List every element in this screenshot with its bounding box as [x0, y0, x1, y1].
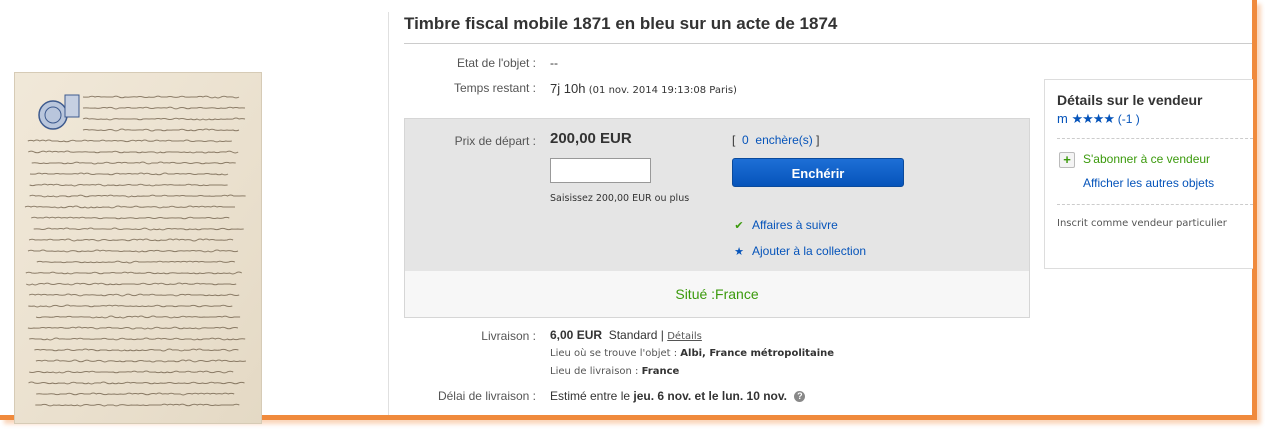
bid-count-number: 0 [742, 133, 749, 147]
item-photo[interactable] [14, 72, 262, 424]
plus-icon[interactable]: + [1059, 152, 1075, 168]
document-photo-image [15, 73, 261, 423]
shipping-label: Livraison : [481, 329, 536, 343]
title-divider [404, 43, 1252, 44]
time-left-value: 7j 10h [550, 81, 586, 96]
bid-count-word: enchère(s) [755, 133, 813, 147]
image-column [0, 12, 389, 424]
watch-link-label: Affaires à suivre [752, 218, 838, 232]
delivery-dates: jeu. 6 nov. et le lun. 10 nov. [633, 389, 787, 403]
star-icon: ★ [734, 246, 744, 258]
seller-registration: Inscrit comme vendeur particulier [1057, 218, 1227, 229]
ship-to-label: Lieu de livraison : [550, 366, 639, 377]
bid-amount-input[interactable] [550, 158, 651, 183]
condition-label: Etat de l'objet : [456, 56, 536, 70]
delivery-delay: Estimé entre le jeu. 6 nov. et le lun. 1… [550, 389, 806, 403]
collection-link-label: Ajouter à la collection [752, 244, 867, 258]
shipping-method: Standard [608, 328, 658, 342]
shipping-cost: 6,00 EUR [550, 328, 603, 342]
seller-info: m ★★★★ (-1 ) [1057, 111, 1140, 127]
add-to-collection-link[interactable]: ★ Ajouter à la collection [732, 244, 866, 258]
bid-hint: Saisissez 200,00 EUR ou plus [550, 193, 690, 204]
ship-to: France [641, 366, 680, 377]
bid-count-open: [ [732, 133, 736, 147]
end-time: (01 nov. 2014 19:13:08 Paris) [588, 85, 737, 96]
bid-count: [ 0 enchère(s) ] [732, 133, 819, 147]
item-location-line: Lieu où se trouve l'objet : Albi, France… [550, 348, 834, 359]
seller-other-items-link[interactable]: Afficher les autres objets [1083, 176, 1214, 190]
listing-title: Timbre fiscal mobile 1871 en bleu sur un… [404, 14, 838, 33]
location-panel: Situé :France [404, 271, 1030, 318]
feedback-score[interactable]: (-1 ) [1118, 112, 1140, 126]
help-icon[interactable]: ? [794, 391, 806, 403]
time-left-label: Temps restant : [453, 81, 536, 95]
seller-panel: Détails sur le vendeur m ★★★★ (-1 ) + S'… [1044, 79, 1253, 269]
item-location: Albi, France métropolitaine [680, 348, 835, 359]
seller-username[interactable]: m [1057, 111, 1068, 126]
seller-divider-2 [1057, 204, 1253, 205]
page-frame: Timbre fiscal mobile 1871 en bleu sur un… [0, 0, 1257, 424]
seller-divider [1057, 138, 1253, 139]
item-location-summary: Situé :France [675, 286, 759, 302]
item-location-label: Lieu où se trouve l'objet : [550, 348, 678, 359]
delivery-delay-label: Délai de livraison : [437, 389, 536, 403]
shipping-separator: | [660, 328, 664, 342]
delivery-prefix: Estimé entre le [550, 389, 631, 403]
shipping-line: 6,00 EUR Standard | Détails [550, 328, 702, 342]
bid-history-link[interactable]: 0 enchère(s) [739, 133, 813, 147]
seller-heading: Détails sur le vendeur [1057, 92, 1203, 108]
place-bid-button[interactable]: Enchérir [732, 158, 904, 187]
start-price: 200,00 EUR [550, 130, 632, 147]
bid-count-close: ] [816, 133, 820, 147]
time-left: 7j 10h (01 nov. 2014 19:13:08 Paris) [550, 81, 737, 96]
condition-value: -- [550, 56, 558, 70]
subscribe-seller-link[interactable]: S'abonner à ce vendeur [1083, 152, 1210, 166]
feedback-stars-icon: ★★★★ [1071, 111, 1115, 126]
ship-to-line: Lieu de livraison : France [550, 366, 679, 377]
start-price-label: Prix de départ : [454, 134, 536, 148]
watch-link[interactable]: ✔ Affaires à suivre [732, 218, 838, 232]
checkmark-icon: ✔ [734, 220, 744, 232]
shipping-details-link[interactable]: Détails [667, 331, 702, 342]
